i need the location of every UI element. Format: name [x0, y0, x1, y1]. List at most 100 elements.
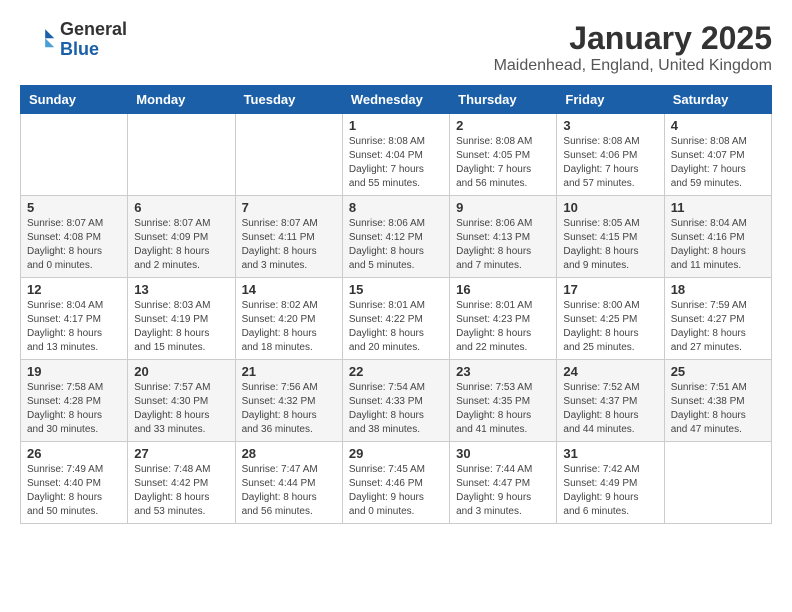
calendar-cell: 10Sunrise: 8:05 AM Sunset: 4:15 PM Dayli… — [557, 196, 664, 278]
day-number: 13 — [134, 282, 228, 297]
calendar-cell: 22Sunrise: 7:54 AM Sunset: 4:33 PM Dayli… — [342, 360, 449, 442]
day-number: 30 — [456, 446, 550, 461]
day-info: Sunrise: 8:08 AM Sunset: 4:05 PM Dayligh… — [456, 135, 550, 191]
day-number: 12 — [27, 282, 121, 297]
day-number: 1 — [349, 118, 443, 133]
calendar-cell: 26 Sunrise: 7:49 AM Sunset: 4:40 PM Dayli… — [21, 442, 128, 524]
header: General Blue January 2025 Maidenhead, En… — [20, 20, 772, 75]
calendar-cell: 12 Sunrise: 8:04 AM Sunset: 4:17 PM Dayli… — [21, 278, 128, 360]
day-info: Sunrise: 8:04 AM Sunset: 4:16 PM Dayligh… — [671, 217, 765, 273]
calendar-cell: 3Sunrise: 8:08 AM Sunset: 4:06 PM Daylig… — [557, 114, 664, 196]
day-of-week-header: Saturday — [664, 86, 771, 114]
logo-text: General Blue — [60, 20, 127, 60]
calendar-cell — [664, 442, 771, 524]
calendar-cell: 31Sunrise: 7:42 AM Sunset: 4:49 PM Dayli… — [557, 442, 664, 524]
day-info: Sunrise: 7:56 AM Sunset: 4:32 PM Dayligh… — [242, 381, 336, 437]
calendar-cell: 8 Sunrise: 8:06 AM Sunset: 4:12 PM Daylig… — [342, 196, 449, 278]
day-info: Sunrise: 7:57 AM Sunset: 4:30 PM Dayligh… — [134, 381, 228, 437]
calendar-header: SundayMondayTuesdayWednesdayThursdayFrid… — [21, 86, 772, 114]
calendar-cell — [235, 114, 342, 196]
day-of-week-header: Tuesday — [235, 86, 342, 114]
day-number: 14 — [242, 282, 336, 297]
calendar-week-row: 5 Sunrise: 8:07 AM Sunset: 4:08 PM Daylig… — [21, 196, 772, 278]
day-number: 28 — [242, 446, 336, 461]
day-number: 24 — [563, 364, 657, 379]
day-info: Sunrise: 8:07 AM Sunset: 4:09 PM Dayligh… — [134, 217, 228, 273]
calendar-cell: 25Sunrise: 7:51 AM Sunset: 4:38 PM Dayli… — [664, 360, 771, 442]
day-info: Sunrise: 7:58 AM Sunset: 4:28 PM Dayligh… — [27, 381, 121, 437]
calendar-body: 1 Sunrise: 8:08 AM Sunset: 4:04 PM Daylig… — [21, 114, 772, 524]
day-info: Sunrise: 8:08 AM Sunset: 4:07 PM Dayligh… — [671, 135, 765, 191]
days-of-week-row: SundayMondayTuesdayWednesdayThursdayFrid… — [21, 86, 772, 114]
calendar-cell: 16 Sunrise: 8:01 AM Sunset: 4:23 PM Dayli… — [450, 278, 557, 360]
day-info: Sunrise: 8:05 AM Sunset: 4:15 PM Dayligh… — [563, 217, 657, 273]
calendar-cell: 14 Sunrise: 8:02 AM Sunset: 4:20 PM Dayli… — [235, 278, 342, 360]
calendar-cell: 5 Sunrise: 8:07 AM Sunset: 4:08 PM Daylig… — [21, 196, 128, 278]
day-info: Sunrise: 8:07 AM Sunset: 4:08 PM Dayligh… — [27, 217, 121, 273]
day-of-week-header: Monday — [128, 86, 235, 114]
calendar-cell: 18 Sunrise: 7:59 AM Sunset: 4:27 PM Dayli… — [664, 278, 771, 360]
day-of-week-header: Wednesday — [342, 86, 449, 114]
day-info: Sunrise: 7:59 AM Sunset: 4:27 PM Dayligh… — [671, 299, 765, 355]
calendar-cell: 1 Sunrise: 8:08 AM Sunset: 4:04 PM Daylig… — [342, 114, 449, 196]
day-info: Sunrise: 8:08 AM Sunset: 4:04 PM Dayligh… — [349, 135, 443, 191]
day-number: 26 — [27, 446, 121, 461]
calendar-cell: 6 Sunrise: 8:07 AM Sunset: 4:09 PM Daylig… — [128, 196, 235, 278]
calendar-cell: 11Sunrise: 8:04 AM Sunset: 4:16 PM Dayli… — [664, 196, 771, 278]
calendar-table: SundayMondayTuesdayWednesdayThursdayFrid… — [20, 85, 772, 524]
calendar-cell: 4 Sunrise: 8:08 AM Sunset: 4:07 PM Daylig… — [664, 114, 771, 196]
day-info: Sunrise: 7:47 AM Sunset: 4:44 PM Dayligh… — [242, 463, 336, 519]
day-number: 8 — [349, 200, 443, 215]
calendar-week-row: 19 Sunrise: 7:58 AM Sunset: 4:28 PM Dayli… — [21, 360, 772, 442]
day-info: Sunrise: 7:48 AM Sunset: 4:42 PM Dayligh… — [134, 463, 228, 519]
day-info: Sunrise: 7:49 AM Sunset: 4:40 PM Dayligh… — [27, 463, 121, 519]
calendar-cell: 24 Sunrise: 7:52 AM Sunset: 4:37 PM Dayli… — [557, 360, 664, 442]
calendar-cell: 7Sunrise: 8:07 AM Sunset: 4:11 PM Daylig… — [235, 196, 342, 278]
calendar-cell: 21 Sunrise: 7:56 AM Sunset: 4:32 PM Dayli… — [235, 360, 342, 442]
day-info: Sunrise: 8:00 AM Sunset: 4:25 PM Dayligh… — [563, 299, 657, 355]
day-number: 17 — [563, 282, 657, 297]
day-of-week-header: Sunday — [21, 86, 128, 114]
day-number: 16 — [456, 282, 550, 297]
day-info: Sunrise: 8:01 AM Sunset: 4:23 PM Dayligh… — [456, 299, 550, 355]
day-number: 3 — [563, 118, 657, 133]
day-info: Sunrise: 8:07 AM Sunset: 4:11 PM Dayligh… — [242, 217, 336, 273]
day-number: 29 — [349, 446, 443, 461]
day-number: 27 — [134, 446, 228, 461]
day-info: Sunrise: 8:01 AM Sunset: 4:22 PM Dayligh… — [349, 299, 443, 355]
calendar-cell: 27 Sunrise: 7:48 AM Sunset: 4:42 PM Dayli… — [128, 442, 235, 524]
day-number: 18 — [671, 282, 765, 297]
day-info: Sunrise: 7:51 AM Sunset: 4:38 PM Dayligh… — [671, 381, 765, 437]
calendar-title: January 2025 — [494, 20, 772, 57]
day-info: Sunrise: 7:52 AM Sunset: 4:37 PM Dayligh… — [563, 381, 657, 437]
day-number: 4 — [671, 118, 765, 133]
day-number: 21 — [242, 364, 336, 379]
calendar-cell — [128, 114, 235, 196]
calendar-subtitle: Maidenhead, England, United Kingdom — [494, 57, 772, 75]
day-number: 5 — [27, 200, 121, 215]
calendar-cell: 17 Sunrise: 8:00 AM Sunset: 4:25 PM Dayli… — [557, 278, 664, 360]
day-info: Sunrise: 8:06 AM Sunset: 4:13 PM Dayligh… — [456, 217, 550, 273]
day-info: Sunrise: 8:02 AM Sunset: 4:20 PM Dayligh… — [242, 299, 336, 355]
calendar-cell: 13 Sunrise: 8:03 AM Sunset: 4:19 PM Dayli… — [128, 278, 235, 360]
calendar-week-row: 12 Sunrise: 8:04 AM Sunset: 4:17 PM Dayli… — [21, 278, 772, 360]
title-area: January 2025 Maidenhead, England, United… — [494, 20, 772, 75]
calendar-cell: 29Sunrise: 7:45 AM Sunset: 4:46 PM Dayli… — [342, 442, 449, 524]
day-number: 6 — [134, 200, 228, 215]
day-number: 23 — [456, 364, 550, 379]
day-info: Sunrise: 8:06 AM Sunset: 4:12 PM Dayligh… — [349, 217, 443, 273]
calendar-cell: 30Sunrise: 7:44 AM Sunset: 4:47 PM Dayli… — [450, 442, 557, 524]
calendar-cell: 20Sunrise: 7:57 AM Sunset: 4:30 PM Dayli… — [128, 360, 235, 442]
day-number: 2 — [456, 118, 550, 133]
day-info: Sunrise: 7:42 AM Sunset: 4:49 PM Dayligh… — [563, 463, 657, 519]
day-number: 19 — [27, 364, 121, 379]
calendar-cell — [21, 114, 128, 196]
calendar-week-row: 1 Sunrise: 8:08 AM Sunset: 4:04 PM Daylig… — [21, 114, 772, 196]
day-info: Sunrise: 8:03 AM Sunset: 4:19 PM Dayligh… — [134, 299, 228, 355]
calendar-cell: 2 Sunrise: 8:08 AM Sunset: 4:05 PM Daylig… — [450, 114, 557, 196]
calendar-week-row: 26 Sunrise: 7:49 AM Sunset: 4:40 PM Dayli… — [21, 442, 772, 524]
calendar-cell: 15Sunrise: 8:01 AM Sunset: 4:22 PM Dayli… — [342, 278, 449, 360]
day-of-week-header: Friday — [557, 86, 664, 114]
day-info: Sunrise: 8:04 AM Sunset: 4:17 PM Dayligh… — [27, 299, 121, 355]
calendar-cell: 23Sunrise: 7:53 AM Sunset: 4:35 PM Dayli… — [450, 360, 557, 442]
